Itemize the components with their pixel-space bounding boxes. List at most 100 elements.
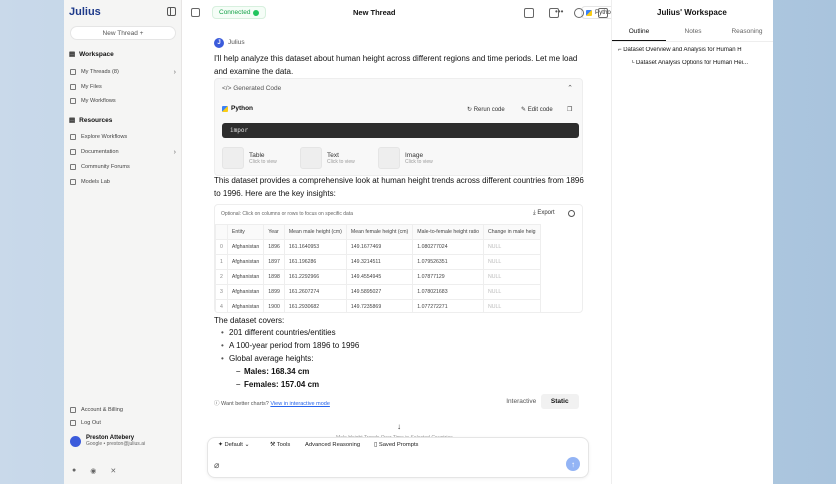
copy-icon[interactable] — [191, 8, 200, 17]
advanced-reasoning-button[interactable]: Advanced Reasoning — [305, 442, 360, 448]
tools-button[interactable]: ⚒ Tools — [270, 442, 290, 448]
table-header-cell[interactable]: Male-to-female height ratio — [412, 224, 484, 240]
interactive-mode-link[interactable]: View in interactive mode — [270, 401, 330, 407]
sidebar-item-documentation[interactable]: Documentation › — [70, 149, 178, 156]
table-header-cell[interactable]: Mean female height (cm) — [345, 224, 414, 240]
toggle-static[interactable]: Static — [540, 394, 579, 409]
table-row[interactable]: 4 Afghanistan 1900 161.2930682 149.7235869 1.… — [215, 299, 541, 312]
threads-icon — [70, 69, 76, 75]
table-row[interactable]: 3 Afghanistan 1899 161.2607274 149.5895027 1.… — [215, 284, 541, 300]
announce-icon[interactable] — [549, 8, 559, 18]
chevron-right-icon: › — [173, 68, 176, 76]
wrench-icon: ⚒ — [270, 442, 276, 448]
sidebar-item-log-out[interactable]: Log Out — [70, 420, 178, 426]
attach-icon[interactable]: ⌀ — [214, 460, 219, 471]
workspace-title: Julius' Workspace — [657, 8, 727, 17]
table-cell: Afghanistan — [226, 239, 265, 255]
copy-code-icon[interactable]: ❐ — [567, 106, 572, 113]
tab-reasoning[interactable]: Reasoning — [720, 28, 773, 41]
outline-item-label: Dataset Analysis Options for Human Hei..… — [635, 60, 748, 66]
sidebar-item-label: My Files — [81, 84, 102, 90]
table-cell: 149.1677469 — [345, 239, 414, 255]
table-cell: 149.5895027 — [345, 284, 414, 300]
outline-item-label: Dataset Overview and Analysis for Human … — [623, 47, 742, 53]
connection-status[interactable]: Connected — [212, 6, 267, 19]
list-item: Global average heights: — [221, 354, 313, 363]
table-hint: Optional: Click on columns or rows to fo… — [221, 211, 354, 217]
table-row[interactable]: 2 Afghanistan 1898 161.2292966 149.4554945 1.… — [215, 269, 541, 285]
table-header-cell[interactable]: Year — [263, 224, 285, 240]
edit-icon: ✎ — [521, 107, 527, 113]
table-cell: Afghanistan — [226, 284, 265, 300]
outline-sub-marker-icon: └ — [630, 60, 635, 66]
sidebar-item-community-forums[interactable]: Community Forums — [70, 164, 178, 170]
output-table[interactable]: Table Click to view — [222, 147, 312, 169]
table-cell: 1896 — [263, 239, 285, 255]
chevron-up-icon[interactable]: ⌃ — [567, 84, 573, 92]
output-sub: Click to view — [249, 158, 277, 165]
table-cell: 1.079526351 — [412, 254, 484, 270]
table-cell: 1.07877129 — [412, 269, 484, 285]
send-button[interactable]: ↑ — [566, 457, 580, 471]
sidebar-item-my-threads[interactable]: My Threads (8) › — [70, 68, 178, 76]
brand-logo: Julius — [69, 6, 101, 18]
sidebar-item-my-files[interactable]: My Files — [70, 84, 178, 90]
new-thread-button[interactable]: New Thread + — [70, 26, 176, 40]
output-image[interactable]: Image Click to view — [378, 147, 468, 169]
python-icon — [586, 9, 592, 16]
sidebar-item-label: Log Out — [81, 420, 101, 426]
table-cell: 1897 — [263, 254, 285, 270]
table-cell: 149.4554945 — [345, 269, 414, 285]
rerun-code-button[interactable]: ↻ Rerun code — [467, 106, 505, 113]
table-cell: 1.078021683 — [412, 284, 484, 300]
refresh-icon: ↻ — [467, 107, 473, 113]
outline-item[interactable]: └ Dataset Analysis Options for Human Hei… — [630, 60, 772, 66]
sidebar-item-label: Community Forums — [81, 164, 130, 170]
table-header-cell[interactable] — [215, 224, 228, 240]
outline-item[interactable]: ⌐ Dataset Overview and Analysis for Huma… — [618, 47, 772, 53]
sidebar-item-models-lab[interactable]: Models Lab — [70, 179, 178, 185]
forum-icon — [70, 164, 76, 170]
tab-notes[interactable]: Notes — [666, 28, 720, 41]
output-text[interactable]: Text Click to view — [300, 147, 390, 169]
discord-icon[interactable]: ◉ — [90, 467, 96, 475]
edit-code-button[interactable]: ✎ Edit code — [521, 106, 553, 113]
code-header-label: Generated Code — [233, 85, 282, 92]
table-header-cell[interactable]: Entity — [226, 224, 265, 240]
user-profile[interactable]: Preston Attebery Google • preston@julius… — [70, 435, 145, 447]
saved-prompts-button[interactable]: ▯ Saved Prompts — [374, 442, 418, 448]
sidebar-toggle-icon[interactable] — [167, 7, 176, 16]
table-header-cell[interactable]: Mean male height (cm) — [283, 224, 347, 240]
panel-toggle-icon[interactable] — [598, 8, 608, 18]
list-item: 201 different countries/entities — [221, 328, 336, 337]
chevron-down-icon: ⌄ — [244, 442, 250, 448]
table-row[interactable]: 0 Afghanistan 1896 161.1640953 149.1677469 1.… — [215, 239, 541, 255]
table-cell: 161.1640953 — [283, 239, 347, 255]
info-icon[interactable] — [568, 210, 575, 217]
logout-icon — [70, 420, 76, 426]
table-row[interactable]: 1 Afghanistan 1897 161.196286 149.3214511 1.0… — [215, 254, 541, 270]
toggle-interactive[interactable]: Interactive — [502, 394, 541, 409]
text-icon — [300, 147, 322, 169]
sidebar-item-account-billing[interactable]: Account & Billing — [70, 407, 178, 413]
default-model-select[interactable]: ✦ Default ⌄ — [218, 442, 249, 448]
topbar: Connected New Thread ••• Python ⌄ — [182, 0, 631, 26]
apple-icon[interactable]: ● — [72, 467, 76, 475]
table-header-cell[interactable]: Change in male heig — [482, 224, 541, 240]
tool-label: Advanced Reasoning — [305, 442, 361, 448]
table-cell: Afghanistan — [226, 269, 265, 285]
tab-outline[interactable]: Outline — [612, 28, 666, 41]
sidebar-item-my-workflows[interactable]: My Workflows — [70, 98, 178, 104]
settings-icon[interactable] — [524, 8, 534, 18]
code-area[interactable]: impor — [222, 123, 579, 138]
x-icon[interactable]: ✕ — [110, 467, 116, 475]
generated-code-block: </> Generated Code ⌃ Python ↻ Rerun code… — [214, 78, 583, 176]
tool-label: Saved Prompts — [378, 442, 419, 448]
code-header[interactable]: </> Generated Code — [222, 85, 281, 92]
summary-text: This dataset provides a comprehensive lo… — [214, 176, 584, 198]
sidebar-item-explore-workflows[interactable]: Explore Workflows — [70, 134, 178, 140]
table-icon — [222, 147, 244, 169]
chat-input[interactable]: ✦ Default ⌄ ⚒ Tools Advanced Reasoning ▯… — [207, 437, 589, 478]
export-button[interactable]: ⤓ Export — [533, 210, 555, 217]
chat-icon[interactable] — [574, 8, 584, 18]
